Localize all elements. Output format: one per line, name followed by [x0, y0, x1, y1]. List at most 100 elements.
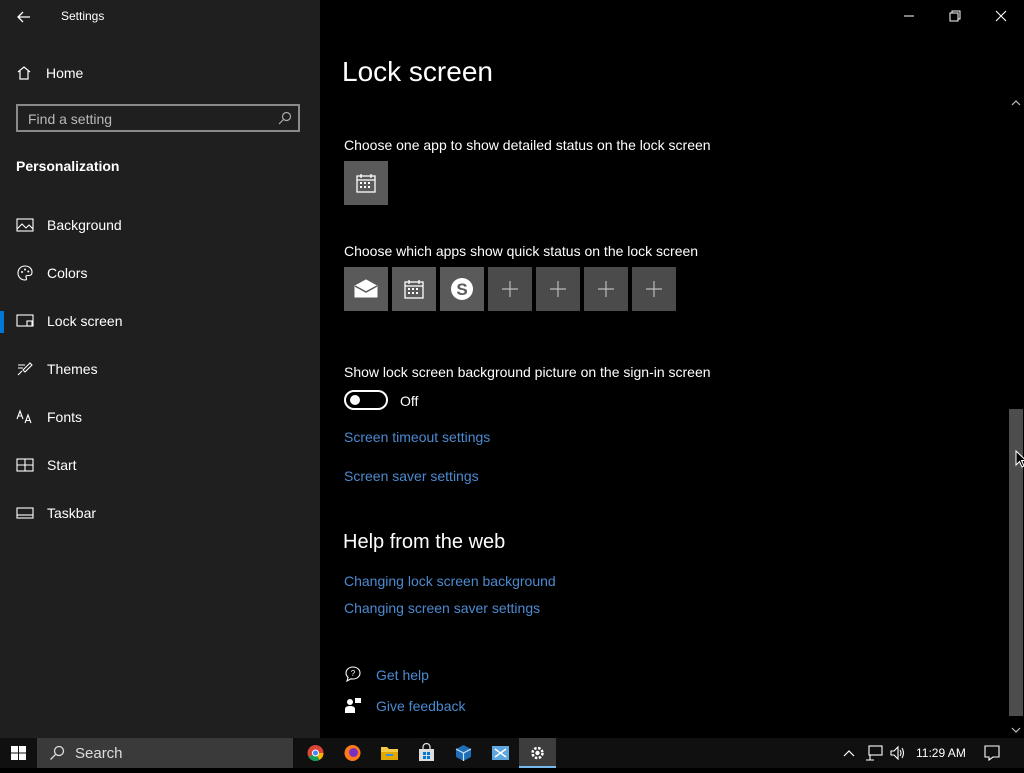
restore-button[interactable]: [940, 4, 970, 28]
screen-saver-link[interactable]: Screen saver settings: [344, 468, 479, 484]
detailed-status-label: Choose one app to show detailed status o…: [344, 137, 711, 153]
home-nav[interactable]: Home: [16, 62, 83, 84]
quick-status-add-button[interactable]: [584, 267, 628, 311]
svg-text:?: ?: [351, 669, 356, 678]
notifications-icon[interactable]: [984, 745, 1000, 761]
sidebar-item-taskbar[interactable]: Taskbar: [0, 495, 320, 531]
sidebar-item-fonts[interactable]: Fonts: [0, 399, 320, 435]
chrome-icon: [307, 745, 324, 761]
home-label: Home: [46, 65, 84, 81]
snipping-icon: [492, 746, 509, 760]
taskbar-app-settings[interactable]: [519, 738, 556, 768]
sidebar-item-label: Start: [47, 457, 77, 473]
start-button[interactable]: [0, 738, 37, 768]
sidebar-item-start[interactable]: Start: [0, 447, 320, 483]
taskbar-app-firefox[interactable]: [334, 738, 371, 768]
sidebar-item-label: Background: [47, 217, 122, 233]
give-feedback-label: Give feedback: [376, 698, 466, 714]
picture-icon: [16, 216, 34, 234]
quick-status-calendar-button[interactable]: [392, 267, 436, 311]
close-icon: [995, 10, 1007, 22]
get-help-label: Get help: [376, 667, 429, 683]
signin-background-label: Show lock screen background picture on t…: [344, 364, 711, 380]
section-title: Personalization: [16, 158, 120, 174]
start-icon: [16, 456, 34, 474]
scroll-up-icon[interactable]: [1011, 99, 1021, 107]
taskbar-app-snipping[interactable]: [482, 738, 519, 768]
calendar-icon: [356, 174, 376, 193]
sidebar-item-label: Taskbar: [47, 505, 97, 521]
store-icon: [419, 742, 434, 761]
sidebar-item-lock-screen[interactable]: Lock screen: [0, 303, 320, 339]
sidebar-item-label: Fonts: [47, 409, 83, 425]
file-explorer-icon: [381, 747, 398, 760]
taskbar-clock[interactable]: 11:29 AM: [916, 746, 966, 760]
sidebar-item-label: Colors: [47, 265, 88, 281]
quick-status-mail-button[interactable]: [344, 267, 388, 311]
search-box[interactable]: [16, 104, 300, 132]
sidebar-item-label: Themes: [47, 361, 98, 377]
taskbar-icon: [16, 504, 34, 522]
settings-icon: [531, 746, 544, 760]
plus-icon: [502, 281, 518, 297]
skype-icon: S: [451, 278, 473, 300]
plus-icon: [550, 281, 566, 297]
brush-icon: [16, 360, 34, 378]
lock-screen-icon: [16, 312, 34, 330]
sidebar-item-colors[interactable]: Colors: [0, 255, 320, 291]
signin-background-toggle[interactable]: [344, 390, 388, 410]
sidebar-item-themes[interactable]: Themes: [0, 351, 320, 387]
get-help-icon: ?: [344, 665, 362, 688]
help-link-screen-saver[interactable]: Changing screen saver settings: [344, 600, 540, 616]
mail-icon: [354, 279, 378, 298]
firefox-icon: [344, 745, 361, 761]
font-icon: [16, 408, 34, 426]
taskbar-app-file-explorer[interactable]: [371, 738, 408, 768]
back-button[interactable]: [12, 6, 36, 28]
sidebar-item-background[interactable]: Background: [0, 207, 320, 243]
sidebar: Settings Home Personalization Background…: [0, 0, 320, 738]
scroll-down-icon[interactable]: [1011, 726, 1021, 734]
close-button[interactable]: [986, 4, 1016, 28]
taskbar-search[interactable]: Search: [37, 738, 293, 768]
show-hidden-icons-icon[interactable]: [843, 748, 855, 758]
plus-icon: [646, 281, 662, 297]
help-heading: Help from the web: [343, 531, 506, 553]
page-title: Lock screen: [342, 56, 493, 87]
detailed-status-app-button[interactable]: [344, 161, 388, 205]
quick-status-add-button[interactable]: [632, 267, 676, 311]
screen-timeout-link[interactable]: Screen timeout settings: [344, 429, 490, 445]
palette-icon: [16, 264, 34, 282]
quick-status-add-button[interactable]: [488, 267, 532, 311]
window-title: Settings: [61, 9, 105, 23]
toggle-state-label: Off: [400, 393, 419, 409]
network-icon[interactable]: [865, 745, 883, 761]
taskbar-search-label: Search: [75, 745, 123, 762]
home-icon: [17, 66, 31, 80]
taskbar-app-virtualbox[interactable]: [445, 738, 482, 768]
taskbar-app-chrome[interactable]: [297, 738, 334, 768]
help-link-lock-screen-background[interactable]: Changing lock screen background: [344, 573, 556, 589]
restore-icon: [949, 10, 961, 22]
volume-icon[interactable]: [889, 745, 907, 761]
toggle-knob: [350, 395, 360, 405]
mouse-cursor-icon: [1015, 449, 1024, 473]
quick-status-add-button[interactable]: [536, 267, 580, 311]
calendar-icon: [404, 280, 424, 299]
quick-status-label: Choose which apps show quick status on t…: [344, 243, 699, 259]
windows-logo-icon: [11, 746, 26, 760]
quick-status-skype-button[interactable]: S: [440, 267, 484, 311]
taskbar: Search 11:29 AM: [0, 738, 1024, 768]
plus-icon: [598, 281, 614, 297]
minimize-icon: [904, 15, 914, 17]
virtualbox-icon: [455, 745, 472, 761]
search-icon[interactable]: [278, 111, 292, 130]
minimize-button[interactable]: [894, 4, 924, 28]
vertical-scrollbar[interactable]: [1008, 96, 1024, 738]
search-icon: [50, 745, 65, 760]
svg-text:S: S: [456, 280, 467, 299]
search-input[interactable]: [26, 109, 270, 129]
feedback-icon: [344, 696, 362, 719]
taskbar-app-store[interactable]: [408, 738, 445, 768]
back-arrow-icon: [17, 11, 30, 23]
